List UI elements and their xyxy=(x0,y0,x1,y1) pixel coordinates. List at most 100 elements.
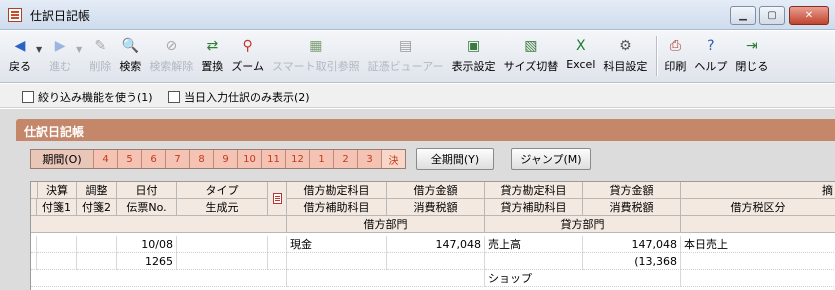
period-month-7[interactable]: 7 xyxy=(165,150,189,168)
cell-debit-tax-class[interactable] xyxy=(681,253,835,270)
cell-origin[interactable] xyxy=(177,253,268,270)
search-icon: 🔍 xyxy=(121,38,140,54)
toolbar-button-close-door[interactable]: ⇥ 閉じる xyxy=(732,31,771,82)
toolbar-button-label: 検索 xyxy=(119,60,142,73)
cell-sticky1[interactable] xyxy=(37,253,77,270)
period-month-9[interactable]: 9 xyxy=(213,150,237,168)
toolbar-button-label: 印刷 xyxy=(664,60,687,73)
forward-arrow-icon: ▶ xyxy=(54,38,66,54)
period-month-8[interactable]: 8 xyxy=(189,150,213,168)
cell-debit-dept[interactable] xyxy=(287,270,485,287)
filter-checkbox[interactable]: 絞り込み機能を使う(1) xyxy=(22,89,153,105)
filter-checkbox-box[interactable] xyxy=(22,91,34,103)
toolbar-button-label: 表示設定 xyxy=(451,60,496,73)
period-month-2[interactable]: 2 xyxy=(333,150,357,168)
period-label: 期間(O) xyxy=(31,150,93,168)
cell-credit-sub[interactable] xyxy=(485,253,583,270)
dropdown-arrow-icon[interactable]: ▼ xyxy=(76,31,82,82)
col-voucher-no: 伝票No. xyxy=(117,199,177,216)
toolbar-button-help[interactable]: ? ヘルプ xyxy=(691,31,730,82)
cell-debit-sub[interactable] xyxy=(287,253,387,270)
today-only-checkbox-label: 当日入力仕訳のみ表示(2) xyxy=(184,91,310,104)
col-sticky2: 付箋2 xyxy=(77,199,117,216)
col-debit-amount: 借方金額 xyxy=(387,182,485,199)
cell-sticky2[interactable] xyxy=(77,253,117,270)
toolbar-button-smart-transaction[interactable]: ▦ スマート取引参照 xyxy=(269,31,363,82)
smart-transaction-icon: ▦ xyxy=(309,38,323,54)
col-settlement: 決算 xyxy=(37,182,77,199)
period-month-決[interactable]: 決 xyxy=(381,150,405,168)
toolbar-button-label: サイズ切替 xyxy=(503,60,559,73)
toolbar-button-label: スマート取引参照 xyxy=(271,60,360,73)
toolbar-button-replace[interactable]: ⇄ 置換 xyxy=(198,31,226,82)
maximize-button[interactable]: ▢ xyxy=(759,6,785,25)
col-adjust: 調整 xyxy=(77,182,117,199)
col-origin: 生成元 xyxy=(177,199,268,216)
col-attachment xyxy=(268,182,287,216)
toolbar-button-search[interactable]: 🔍 検索 xyxy=(116,31,144,82)
toolbar-button-forward-arrow[interactable]: ▶ 進む xyxy=(46,31,74,82)
col-debit-tax-class: 借方税区分 xyxy=(681,199,835,216)
period-month-6[interactable]: 6 xyxy=(141,150,165,168)
cell-blank-3 xyxy=(31,270,287,287)
period-month-4[interactable]: 4 xyxy=(93,150,117,168)
today-only-checkbox[interactable]: 当日入力仕訳のみ表示(2) xyxy=(168,89,310,105)
cell-blank-4 xyxy=(681,270,835,287)
toolbar-button-account-settings[interactable]: ⚙ 科目設定 xyxy=(600,31,650,82)
toolbar-button-display-settings[interactable]: ▣ 表示設定 xyxy=(449,31,499,82)
toolbar-button-label: 科目設定 xyxy=(603,60,648,73)
cell-debit-account[interactable]: 現金 xyxy=(287,236,387,253)
main-panel: 仕訳日記帳 期間(O) 4 5 6 7 8 9 10 11 12 1 2 3 決 全期間(Y) ジャンプ… xyxy=(0,109,835,290)
cell-credit-amount[interactable]: 147,048 xyxy=(583,236,681,253)
jump-button[interactable]: ジャンプ(M) xyxy=(511,148,591,170)
col-debit-dept: 借方部門 xyxy=(287,216,485,233)
toolbar-button-size-toggle[interactable]: ▧ サイズ切替 xyxy=(501,31,562,82)
toolbar-button-delete[interactable]: ✎ 削除 xyxy=(86,31,114,82)
header-blank-4 xyxy=(681,216,835,233)
dropdown-arrow-icon[interactable]: ▼ xyxy=(36,31,42,82)
section-title: 仕訳日記帳 xyxy=(16,119,835,141)
today-only-checkbox-box[interactable] xyxy=(168,91,180,103)
all-period-button[interactable]: 全期間(Y) xyxy=(416,148,494,170)
cell-settlement[interactable] xyxy=(37,236,77,253)
cell-debit-tax[interactable] xyxy=(387,253,485,270)
display-settings-icon: ▣ xyxy=(466,38,481,54)
close-door-icon: ⇥ xyxy=(746,38,758,54)
options-row: 絞り込み機能を使う(1) 当日入力仕訳のみ表示(2) xyxy=(0,84,835,108)
cell-date[interactable]: 10/08 xyxy=(117,236,177,253)
toolbar-button-label: Excel xyxy=(566,58,596,71)
cell-credit-account[interactable]: 売上高 xyxy=(485,236,583,253)
period-month-12[interactable]: 12 xyxy=(285,150,309,168)
col-credit-account: 貸方勘定科目 xyxy=(485,182,583,199)
period-month-10[interactable]: 10 xyxy=(237,150,261,168)
toolbar-button-zoom[interactable]: ⚲ ズーム xyxy=(228,31,267,82)
toolbar-button-print[interactable]: ⎙ 印刷 xyxy=(661,31,689,82)
excel-icon: X xyxy=(576,38,586,54)
period-month-5[interactable]: 5 xyxy=(117,150,141,168)
voucher-viewer-icon: ▤ xyxy=(398,38,413,54)
minimize-button[interactable]: ▁ xyxy=(730,6,756,25)
period-month-3[interactable]: 3 xyxy=(357,150,381,168)
cell-debit-amount[interactable]: 147,048 xyxy=(387,236,485,253)
account-settings-icon: ⚙ xyxy=(619,38,632,54)
toolbar-button-excel[interactable]: X Excel xyxy=(563,31,598,82)
cell-credit-tax[interactable]: (13,368 xyxy=(583,253,681,270)
journal-app-icon xyxy=(8,8,22,22)
cell-memo[interactable]: 本日売上 xyxy=(681,236,835,253)
toolbar-button-label: ズーム xyxy=(231,60,264,73)
cell-type[interactable] xyxy=(177,236,268,253)
cell-credit-dept[interactable]: ショップ xyxy=(485,270,681,287)
cell-adjust[interactable] xyxy=(77,236,117,253)
period-month-11[interactable]: 11 xyxy=(261,150,285,168)
toolbar-button-label: 閉じる xyxy=(735,60,769,73)
close-window-button[interactable]: ✕ xyxy=(789,6,829,25)
toolbar-button-voucher-viewer[interactable]: ▤ 証憑ビューアー xyxy=(365,31,447,82)
zoom-icon: ⚲ xyxy=(242,38,253,54)
col-memo: 摘 xyxy=(681,182,835,199)
toolbar-button-search-clear[interactable]: ⊘ 検索解除 xyxy=(146,31,196,82)
toolbar-button-back-arrow[interactable]: ◀ 戻る xyxy=(6,31,34,82)
cell-attachment[interactable] xyxy=(268,236,287,253)
cell-voucher-no[interactable]: 1265 xyxy=(117,253,177,270)
period-month-1[interactable]: 1 xyxy=(309,150,333,168)
toolbar-button-label: 証憑ビューアー xyxy=(367,60,444,73)
